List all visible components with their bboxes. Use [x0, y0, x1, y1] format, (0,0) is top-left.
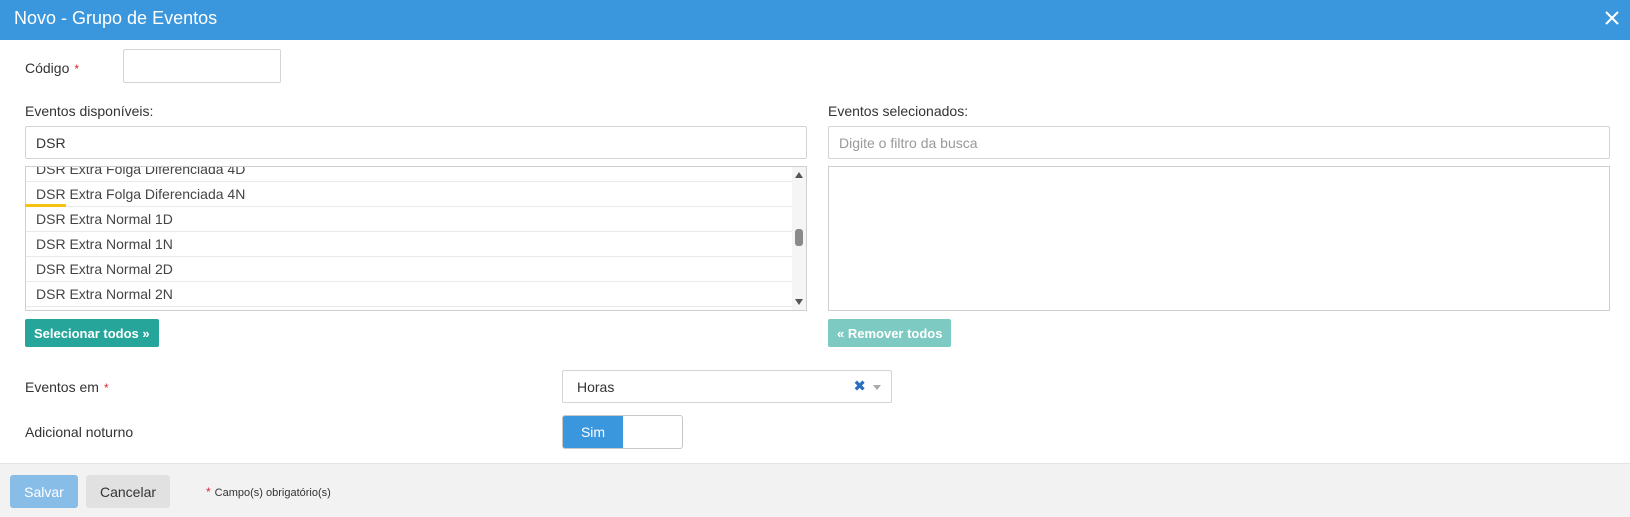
- eventos-em-label-text: Eventos em: [25, 379, 99, 395]
- list-scrollbar[interactable]: [792, 167, 806, 310]
- scrollbar-thumb[interactable]: [795, 229, 803, 246]
- scroll-down-icon[interactable]: [795, 299, 803, 305]
- required-note: * Campo(s) obrigatório(s): [206, 485, 331, 499]
- remove-all-button[interactable]: « Remover todos: [828, 319, 952, 347]
- selected-events-list[interactable]: [828, 166, 1610, 311]
- selected-filter-input[interactable]: [828, 126, 1610, 159]
- codigo-label-text: Código: [25, 60, 70, 76]
- list-item[interactable]: DSR Extra Folga Diferenciada 4D: [26, 167, 792, 182]
- chevron-down-icon[interactable]: [873, 385, 881, 390]
- dialog-footer: Salvar Cancelar * Campo(s) obrigatório(s): [0, 463, 1630, 517]
- toggle-on-label: Sim: [563, 416, 623, 448]
- focus-highlight: [25, 204, 66, 207]
- scroll-up-icon[interactable]: [795, 172, 803, 178]
- cancel-button[interactable]: Cancelar: [86, 475, 170, 508]
- adicional-noturno-label: Adicional noturno: [25, 424, 134, 440]
- eventos-em-select[interactable]: Horas ✖: [562, 370, 892, 403]
- codigo-input[interactable]: [123, 49, 281, 83]
- available-filter-input[interactable]: [25, 126, 807, 159]
- select-all-button[interactable]: Selecionar todos »: [25, 319, 159, 347]
- dialog-header: Novo - Grupo de Eventos: [0, 0, 1630, 40]
- available-events-label: Eventos disponíveis:: [25, 103, 154, 119]
- codigo-label: Código *: [25, 60, 79, 76]
- close-icon[interactable]: [1602, 8, 1622, 28]
- select-value: Horas: [577, 379, 615, 395]
- list-item[interactable]: DSR Extra Normal 1D: [26, 207, 792, 232]
- dialog-title: Novo - Grupo de Eventos: [14, 8, 218, 28]
- eventos-em-label: Eventos em *: [25, 379, 109, 395]
- selected-events-label: Eventos selecionados:: [828, 103, 969, 119]
- list-item[interactable]: DSR Extra Normal 2D: [26, 257, 792, 282]
- clear-x-icon[interactable]: ✖: [853, 377, 866, 395]
- save-button[interactable]: Salvar: [10, 475, 78, 508]
- required-mark: *: [74, 62, 80, 76]
- available-events-list[interactable]: DSR Extra Folga Diferenciada 4D DSR Extr…: [25, 166, 807, 311]
- required-note-text: Campo(s) obrigatório(s): [214, 487, 331, 499]
- list-item[interactable]: DSR Extra Normal 2N: [26, 282, 792, 307]
- list-item[interactable]: DSR Extra Normal 1N: [26, 232, 792, 257]
- required-mark: *: [103, 381, 109, 395]
- required-mark: *: [206, 485, 211, 499]
- adicional-noturno-toggle[interactable]: Sim: [562, 415, 683, 449]
- list-item[interactable]: DSR Extra Folga Diferenciada 4N: [26, 182, 792, 207]
